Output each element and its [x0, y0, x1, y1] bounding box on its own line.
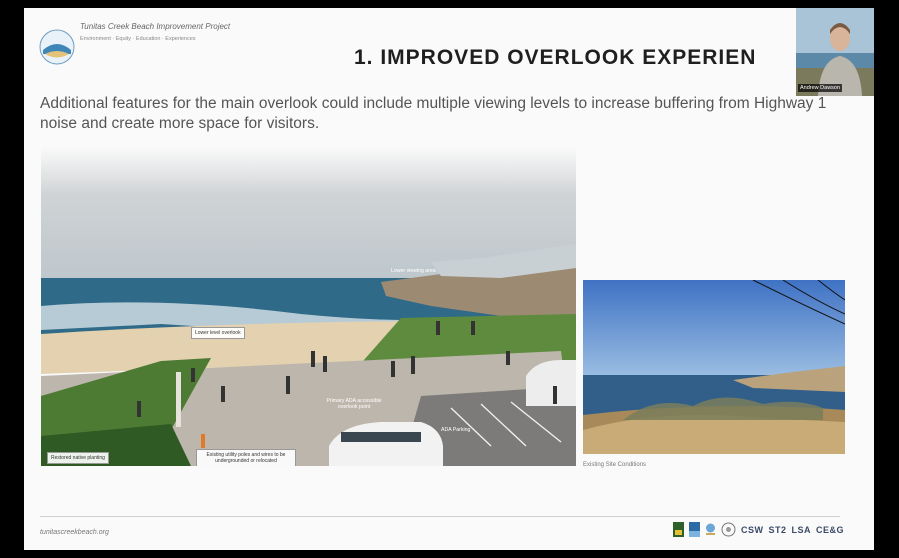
- label-restored-planting: Restored native planting: [47, 452, 109, 464]
- partner-lsa: LSA: [791, 524, 811, 535]
- label-lower-level-overlook: Lower level overlook: [191, 327, 245, 339]
- label-ada-parking: ADA Parking: [441, 427, 471, 433]
- label-primary-ada-point: Primary ADA accessible overlook point: [326, 398, 382, 410]
- presentation-slide: Tunitas Creek Beach Improvement Project …: [24, 8, 874, 550]
- project-title: Tunitas Creek Beach Improvement Project: [80, 22, 231, 31]
- slide-subtitle: Additional features for the main overloo…: [40, 95, 827, 132]
- partner-logo-icon-4: [721, 522, 736, 537]
- partner-logo-icon-1: [672, 522, 684, 537]
- project-tagline: Environment · Equity · Education · Exper…: [80, 36, 196, 42]
- site-photo-image: [583, 280, 845, 454]
- partner-logo-icon-3: [705, 523, 715, 535]
- partner-logo-icon-2: [688, 522, 700, 537]
- footer-url: tunitascreekbeach.org: [40, 529, 109, 536]
- label-utility-poles: Existing utility poles and wires to be u…: [196, 449, 296, 466]
- overlook-rendering: Lower viewing area Lower level overlook …: [41, 146, 576, 466]
- partner-ceg: CE&G: [815, 524, 844, 535]
- label-lower-viewing-area: Lower viewing area: [391, 268, 436, 274]
- slide-headline: 1. IMPROVED OVERLOOK EXPERIEN: [354, 46, 757, 69]
- project-logo: [39, 29, 75, 65]
- partner-logos: CSW ST2 LSA CE&G: [672, 522, 844, 537]
- video-thumbnail[interactable]: Andrew Dawson: [796, 8, 874, 96]
- footer-divider: [40, 516, 840, 517]
- participant-video-feed: [796, 8, 874, 96]
- photo-caption: Existing Site Conditions: [583, 462, 647, 468]
- partner-st2: ST2: [768, 524, 787, 535]
- rendering-illustration: [41, 146, 576, 466]
- participant-name: Andrew Dawson: [798, 84, 843, 92]
- partner-csw: CSW: [740, 524, 764, 535]
- existing-site-photo: [583, 280, 845, 454]
